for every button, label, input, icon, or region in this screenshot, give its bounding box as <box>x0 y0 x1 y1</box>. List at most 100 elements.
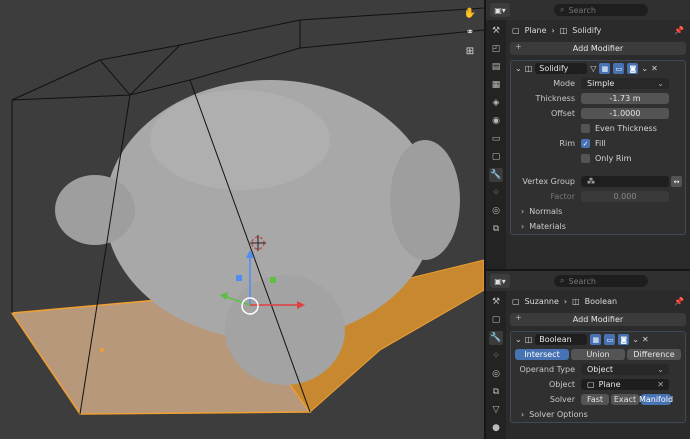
render-toggle[interactable]: ◙ <box>618 334 630 345</box>
solidify-modifier-panel: ⌄ ◫ Solidify ▽ ▦ ▭ ◙ ⌄ ✕ Mode Simple ⌄ Th… <box>510 60 686 235</box>
properties-panel-top: ▣▾ ⌕ Search ⚒ ◰ ▤ ▦ ◈ ◉ ▭ ▢ 🔧 ⁘ ◎ ⧉ ▢ Pla… <box>486 0 690 269</box>
operation-selector: Intersect Union Difference <box>515 349 681 360</box>
pin-icon[interactable]: 📌 <box>674 26 684 35</box>
chevron-down-icon[interactable]: ⌄ <box>515 335 522 344</box>
union-option[interactable]: Union <box>571 349 625 360</box>
physics-tab-icon[interactable]: ◎ <box>489 367 503 381</box>
operand-type-dropdown[interactable]: Object ⌄ <box>581 364 669 375</box>
object-row: Object ▢ Plane ✕ <box>511 377 685 392</box>
chevron-down-icon[interactable]: ⌄ <box>515 64 522 73</box>
mode-row: Mode Simple ⌄ <box>511 76 685 91</box>
even-thickness-row: Even Thickness <box>511 121 685 136</box>
boolean-modifier-panel: ⌄ ◫ Boolean ▦ ▭ ◙ ⌄ ✕ Intersect Union Di… <box>510 331 686 423</box>
offset-field[interactable]: -1.0000 <box>581 108 669 119</box>
solver-options-subpanel[interactable]: › Solver Options <box>511 407 685 422</box>
factor-field[interactable]: 0.000 <box>581 191 669 202</box>
modifier-icon: ◫ <box>572 296 580 306</box>
view-layer-tab-icon[interactable]: ▦ <box>489 78 503 92</box>
fill-checkbox[interactable]: ✓ <box>581 139 590 148</box>
exact-solver-option[interactable]: Exact <box>611 394 639 405</box>
constraints-tab-icon[interactable]: ⧉ <box>489 385 503 399</box>
dropdown-icon[interactable]: ⌄ <box>641 64 648 73</box>
only-rim-checkbox[interactable] <box>581 154 590 163</box>
invert-toggle[interactable]: ↔ <box>671 176 682 187</box>
factor-row: Factor 0.000 <box>511 189 685 204</box>
search-input[interactable]: ⌕ Search <box>554 4 648 16</box>
vertex-group-field[interactable]: ⁂ <box>581 176 669 187</box>
close-icon[interactable]: ✕ <box>651 64 658 73</box>
breadcrumb-modifier: Boolean <box>584 296 618 306</box>
grid-icon[interactable]: ⊞ <box>463 44 477 58</box>
editor-type-icon[interactable]: ▣▾ <box>490 3 510 17</box>
suzanne-right-ear <box>390 140 460 260</box>
tool-tab-icon[interactable]: ⚒ <box>489 295 503 309</box>
modifier-tab-icon[interactable]: 🔧 <box>489 168 503 182</box>
operand-type-row: Operand Type Object ⌄ <box>511 362 685 377</box>
viewport-toggle[interactable]: ▭ <box>604 334 616 345</box>
object-field[interactable]: ▢ Plane ✕ <box>581 379 669 390</box>
properties-tabs: ⚒ ◰ ▤ ▦ ◈ ◉ ▭ ▢ 🔧 ⁘ ◎ ⧉ <box>486 20 506 269</box>
solidify-icon: ◫ <box>524 64 533 73</box>
mode-dropdown[interactable]: Simple ⌄ <box>581 78 669 89</box>
editor-type-icon[interactable]: ▣▾ <box>490 274 510 288</box>
dropdown-icon[interactable]: ⌄ <box>632 335 639 344</box>
chevron-right-icon: › <box>521 222 525 231</box>
object-icon: ▢ <box>512 25 520 35</box>
render-tab-icon[interactable]: ◰ <box>489 42 503 56</box>
intersect-option[interactable]: Intersect <box>515 349 569 360</box>
edit-mode-toggle[interactable]: ▦ <box>599 63 611 74</box>
vertex-group-icon: ⁂ <box>587 177 595 186</box>
difference-option[interactable]: Difference <box>627 349 681 360</box>
suzanne-snout <box>225 275 345 385</box>
3d-viewport[interactable]: ✋ ⚭ ⊞ <box>0 0 484 439</box>
scene-tab-icon[interactable]: ◈ <box>489 96 503 110</box>
viewport-scene <box>10 7 484 415</box>
modifier-icon: ◫ <box>559 25 568 35</box>
chevron-right-icon: › <box>563 296 568 306</box>
normals-subpanel[interactable]: › Normals <box>511 204 685 219</box>
camera-icon[interactable]: ⚭ <box>463 25 477 39</box>
viewport-navigation: ✋ ⚭ ⊞ <box>462 6 478 58</box>
breadcrumb: ▢ Plane › ◫ Solidify 📌 <box>506 20 690 40</box>
hand-icon[interactable]: ✋ <box>463 6 477 20</box>
search-input[interactable]: ⌕ Search <box>554 275 648 287</box>
output-tab-icon[interactable]: ▤ <box>489 60 503 74</box>
close-icon[interactable]: ✕ <box>657 380 664 389</box>
render-toggle[interactable]: ◙ <box>627 63 639 74</box>
fast-solver-option[interactable]: Fast <box>581 394 609 405</box>
physics-tab-icon[interactable]: ◎ <box>489 204 503 218</box>
modifier-tab-icon[interactable]: 🔧 <box>489 331 503 345</box>
materials-subpanel[interactable]: › Materials <box>511 219 685 234</box>
collection-tab-icon[interactable]: ▭ <box>489 132 503 146</box>
thickness-field[interactable]: -1.73 m <box>581 93 669 104</box>
vertex-filter-icon[interactable]: ▽ <box>590 64 596 73</box>
particles-tab-icon[interactable]: ⁘ <box>489 186 503 200</box>
world-tab-icon[interactable]: ◉ <box>489 114 503 128</box>
boolean-icon: ◫ <box>524 335 533 344</box>
modifier-name-field[interactable]: Boolean <box>535 334 588 345</box>
manifold-solver-option[interactable]: Manifold <box>639 394 673 405</box>
chevron-right-icon: › <box>551 25 555 35</box>
material-tab-icon[interactable]: ● <box>489 421 503 435</box>
add-modifier-button[interactable]: + Add Modifier <box>510 313 686 326</box>
offset-row: Offset -1.0000 <box>511 106 685 121</box>
modifier-name-field[interactable]: Solidify <box>535 63 588 74</box>
search-icon: ⌕ <box>560 276 565 285</box>
object-tab-icon[interactable]: ▢ <box>489 313 503 327</box>
solver-selector: Fast Exact Manifold <box>581 394 673 405</box>
object-tab-icon[interactable]: ▢ <box>489 150 503 164</box>
viewport-toggle[interactable]: ▭ <box>613 63 625 74</box>
edit-mode-toggle[interactable]: ▦ <box>590 334 602 345</box>
pin-icon[interactable]: 📌 <box>674 297 684 306</box>
add-modifier-button[interactable]: + Add Modifier <box>510 42 686 55</box>
even-thickness-checkbox[interactable] <box>581 124 590 133</box>
tool-tab-icon[interactable]: ⚒ <box>489 24 503 38</box>
close-icon[interactable]: ✕ <box>642 335 649 344</box>
data-tab-icon[interactable]: ▽ <box>489 403 503 417</box>
constraints-tab-icon[interactable]: ⧉ <box>489 222 503 236</box>
plus-icon: + <box>515 313 522 322</box>
modifier-header: ⌄ ◫ Boolean ▦ ▭ ◙ ⌄ ✕ <box>511 332 685 347</box>
particles-tab-icon[interactable]: ⁘ <box>489 349 503 363</box>
chevron-right-icon: › <box>521 410 525 419</box>
object-icon: ▢ <box>512 296 520 306</box>
